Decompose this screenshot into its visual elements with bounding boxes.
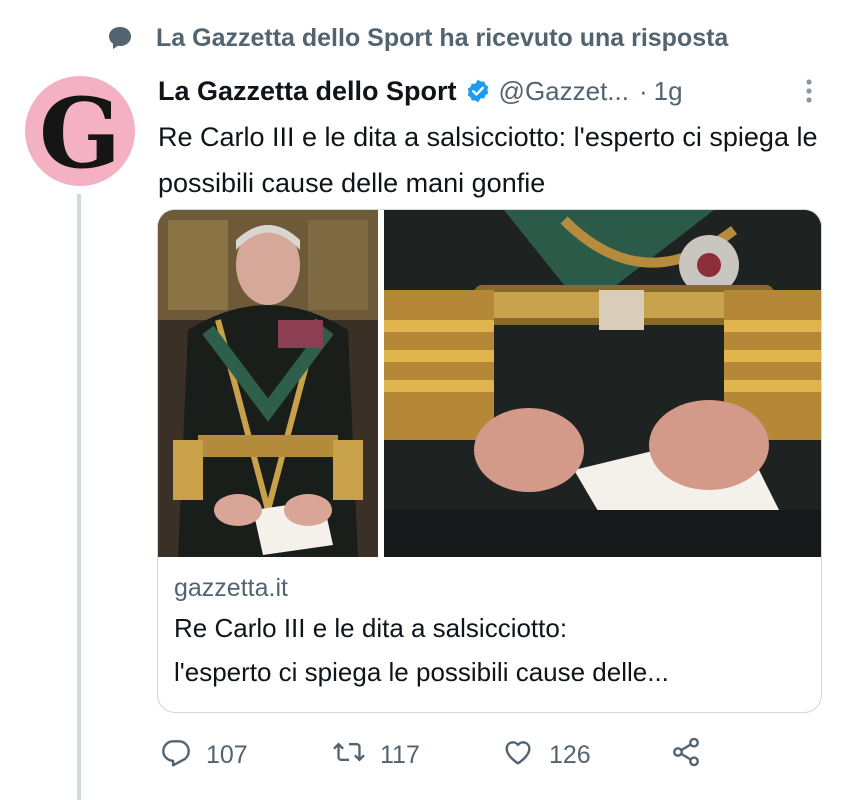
card-media[interactable]	[158, 210, 821, 557]
retweet-icon	[332, 736, 366, 775]
card-body[interactable]: gazzetta.it Re Carlo III e le dita a sal…	[174, 570, 804, 694]
verified-badge-icon	[465, 78, 491, 104]
separator-dot: ·	[638, 75, 648, 106]
share-icon	[670, 736, 702, 775]
link-card[interactable]: gazzetta.it Re Carlo III e le dita a sal…	[157, 209, 822, 713]
thread-line	[77, 194, 81, 800]
speech-bubble-icon	[106, 24, 134, 52]
heart-icon	[501, 736, 535, 775]
action-bar: 107 117 126	[160, 730, 840, 780]
card-title-line-2: l'esperto ci spiega le possibili cause d…	[174, 657, 669, 687]
retweet-button[interactable]: 117	[332, 730, 420, 780]
context-label: La Gazzetta dello Sport ha ricevuto una …	[156, 23, 729, 52]
card-photo-king-seated[interactable]	[158, 210, 378, 557]
like-button[interactable]: 126	[501, 730, 591, 780]
more-options-icon[interactable]	[804, 78, 814, 104]
card-title-line-1: Re Carlo III e le dita a salsicciotto:	[174, 613, 568, 643]
reply-button[interactable]: 107	[160, 730, 248, 780]
like-count: 126	[549, 740, 591, 769]
tweet-text: Re Carlo III e le dita a salsicciotto: l…	[158, 122, 818, 198]
retweet-count: 117	[380, 740, 420, 769]
timestamp[interactable]: 1g	[654, 76, 683, 107]
card-photo-hands-closeup[interactable]	[384, 210, 821, 557]
avatar[interactable]: G	[25, 76, 135, 186]
reply-icon	[160, 736, 192, 775]
social-context[interactable]: La Gazzetta dello Sport ha ricevuto una …	[106, 18, 728, 58]
reply-count: 107	[206, 740, 248, 769]
avatar-logo-letter: G	[39, 77, 121, 186]
card-domain: gazzetta.it	[174, 574, 288, 602]
author-handle[interactable]: @Gazzet...	[499, 76, 629, 107]
author-name[interactable]: La Gazzetta dello Sport	[158, 76, 457, 107]
tweet-header: La Gazzetta dello Sport @Gazzet... · 1g	[158, 70, 818, 112]
share-button[interactable]	[670, 730, 702, 780]
